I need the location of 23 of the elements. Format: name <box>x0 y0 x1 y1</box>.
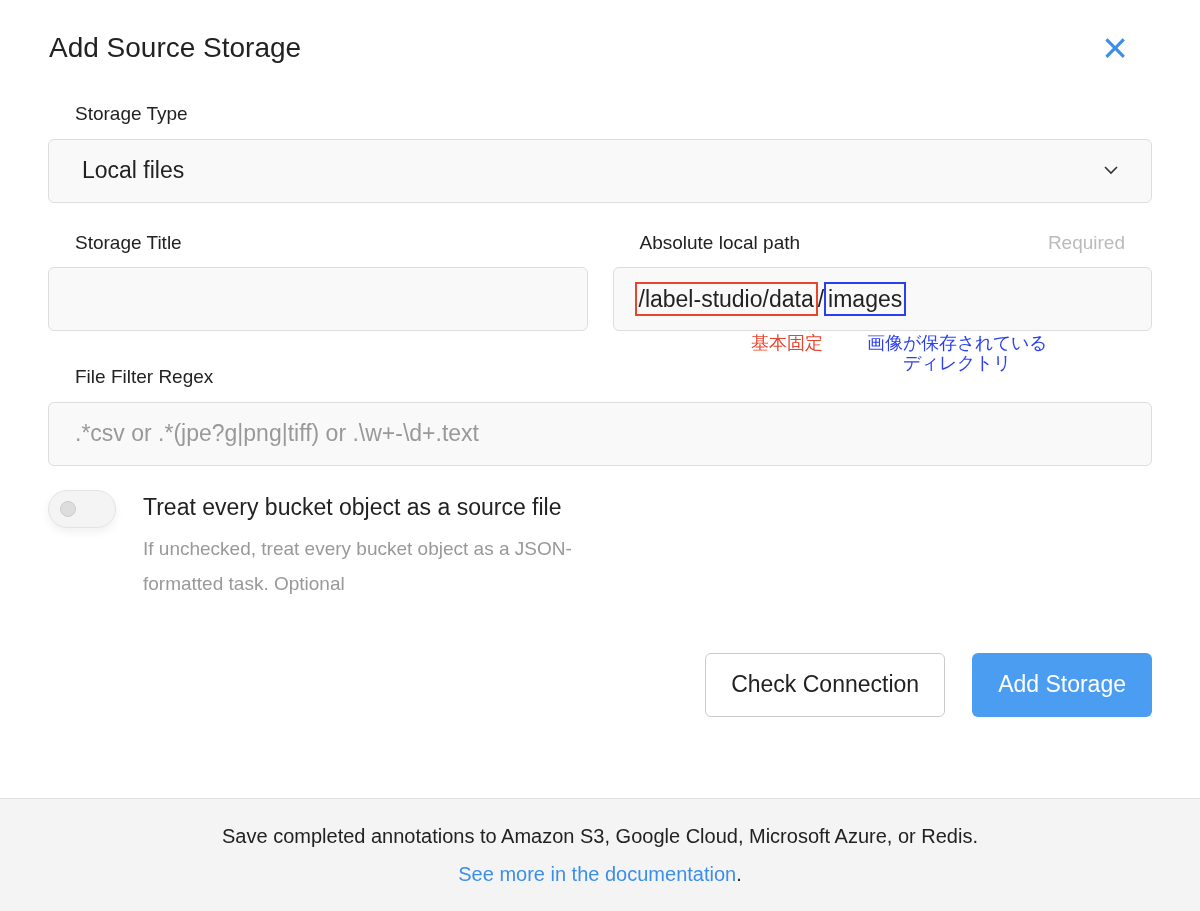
select-value: Local files <box>82 156 185 186</box>
path-separator: / <box>817 284 825 314</box>
toggle-hint: If unchecked, treat every bucket object as a JSON-formatted task. Optional <box>143 536 573 596</box>
field-label: Storage Type <box>75 102 189 126</box>
local-path-input[interactable]: /label-studio/data / images <box>612 267 1152 331</box>
annotation-note: 基本固定 <box>750 333 823 353</box>
check-connection-button[interactable]: Check Connection <box>705 652 946 717</box>
field-label: File Filter Regex <box>75 365 214 389</box>
toggle-switch[interactable] <box>48 489 116 528</box>
highlighted-path-part: images <box>824 282 907 316</box>
storage-title-input[interactable] <box>48 267 588 331</box>
file-filter-input[interactable]: .*csv or .*(jpe?g|png|tiff) or .\w+-\d+.text <box>48 401 1152 466</box>
toggle-label: Treat every bucket object as a source file <box>143 492 563 522</box>
field-label: Storage Title <box>75 230 183 255</box>
highlighted-path-part: /label-studio/data <box>634 282 818 316</box>
required-hint: Required <box>1047 230 1125 255</box>
field-label: Absolute local path <box>639 230 801 255</box>
chevron-down-icon <box>1104 166 1118 175</box>
dialog-title: Add Source Storage <box>49 31 302 65</box>
period-text: . <box>736 862 742 887</box>
storage-type-select[interactable]: Local files <box>48 138 1152 203</box>
footer-text: Save completed annotations to Amazon S3, Google Cloud, Microsoft Azure, or Redis. <box>222 824 978 849</box>
annotation-note: 画像が保存されているディレクトリ <box>865 333 1048 373</box>
